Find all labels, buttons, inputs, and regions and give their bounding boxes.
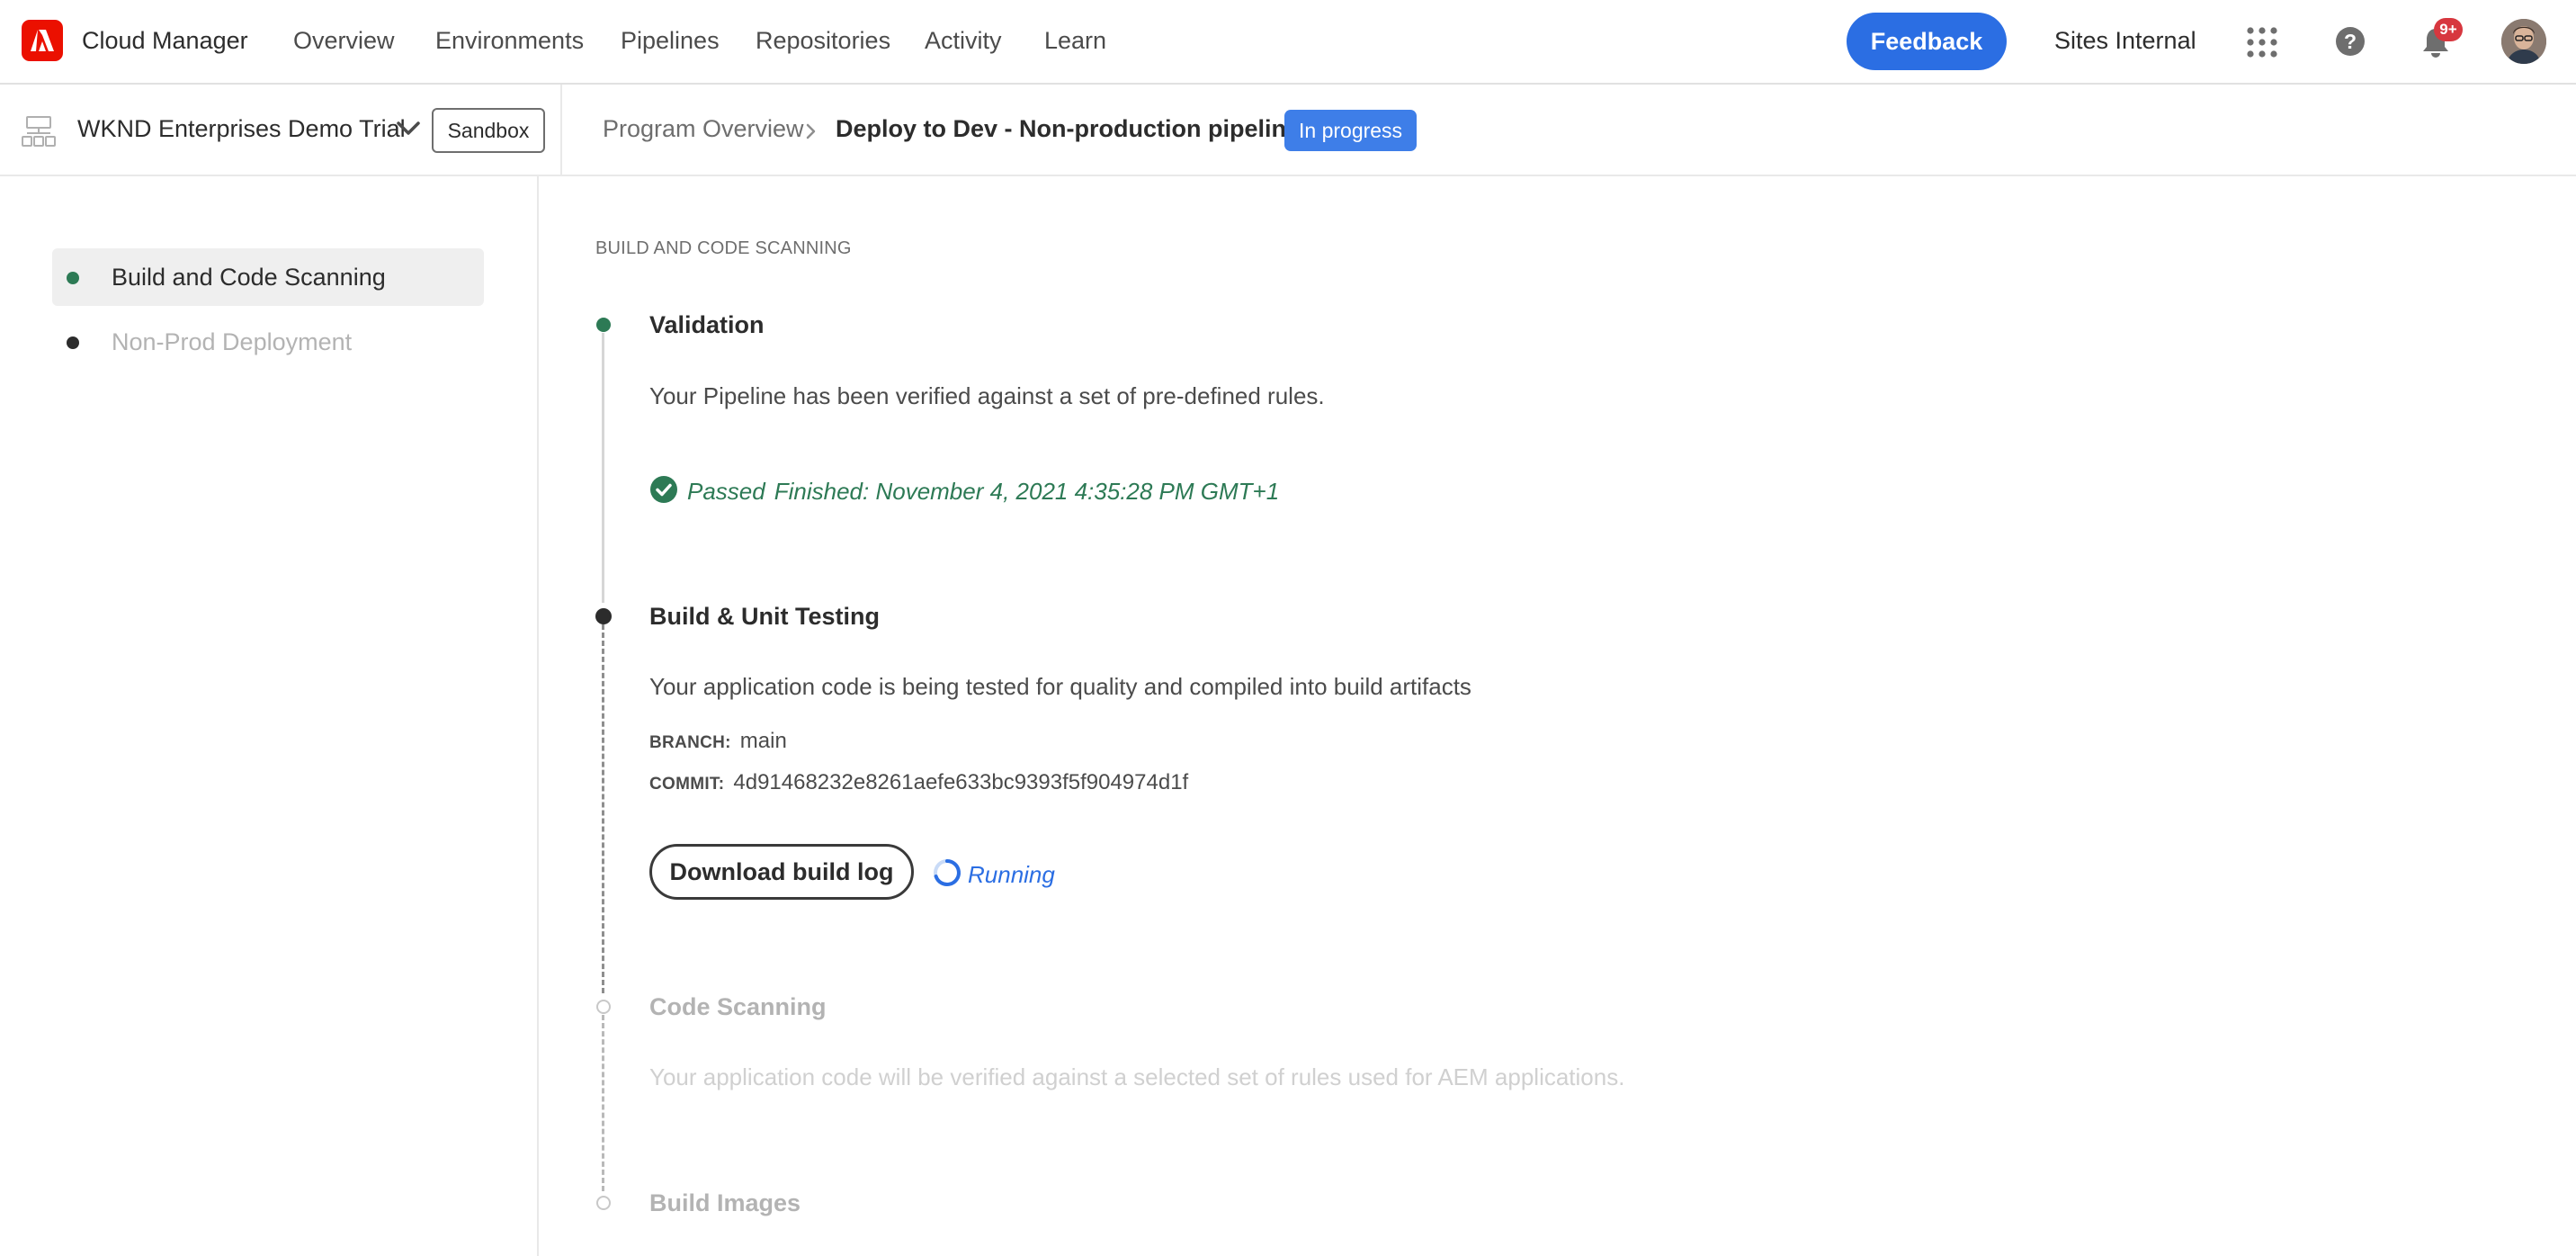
step-title-validation: Validation [649,311,765,338]
status-dot [67,336,79,349]
step-title-code-scanning: Code Scanning [649,993,827,1020]
spinner-icon [932,857,962,893]
step-title-build-unit-testing: Build & Unit Testing [649,603,880,630]
checkmark-circle-icon [649,475,678,508]
program-icon [22,115,56,152]
step-pending-dot [596,1196,611,1210]
adobe-logo-icon[interactable] [22,20,63,61]
nav-overview[interactable]: Overview [293,27,395,55]
feedback-button[interactable]: Feedback [1847,13,2007,70]
chevron-down-icon[interactable] [396,121,421,141]
step-description: Your application code will be verified a… [649,1063,1625,1090]
nav-learn[interactable]: Learn [1044,27,1106,55]
breadcrumb-current-pipeline: Deploy to Dev - Non-production pipeline [836,115,1300,142]
section-heading: BUILD AND CODE SCANNING [595,238,852,258]
step-active-dot [595,608,612,624]
step-description: Your Pipeline has been verified against … [649,382,1325,409]
apps-grid-icon[interactable] [2247,27,2277,62]
notification-count-badge: 9+ [2434,18,2463,41]
top-navigation-bar: Cloud Manager Overview Environments Pipe… [0,0,2576,85]
program-header: WKND Enterprises Demo Trial Sandbox Prog… [0,85,2576,176]
status-badge: In progress [1284,110,1418,151]
step-description: Your application code is being tested fo… [649,673,1471,700]
app-title[interactable]: Cloud Manager [82,27,248,55]
nav-activity[interactable]: Activity [925,27,1002,55]
branch-row: BRANCH: main [649,729,787,754]
timeline-connector [602,1015,604,1191]
sidebar-item-label: Non-Prod Deployment [112,328,353,355]
step-title-build-images: Build Images [649,1189,801,1216]
org-switcher[interactable]: Sites Internal [2054,27,2196,55]
commit-label: COMMIT: [649,775,725,794]
download-build-log-button[interactable]: Download build log [649,844,914,900]
commit-value: 4d91468232e8261aefe633bc9393f5f904974d1f [733,770,1189,794]
branch-label: BRANCH: [649,733,731,752]
nav-environments[interactable]: Environments [435,27,584,55]
breadcrumb-program-overview[interactable]: Program Overview [603,115,804,143]
commit-row: COMMIT: 4d91468232e8261aefe633bc9393f5f9… [649,770,1188,795]
step-status-passed: Passed [687,478,765,505]
program-name[interactable]: WKND Enterprises Demo Trial [77,115,406,143]
sidebar-item-build-and-code-scanning[interactable]: Build and Code Scanning [52,248,484,306]
program-type-tag: Sandbox [432,108,545,153]
step-running-status: Running [932,857,1055,893]
running-label: Running [968,861,1055,888]
header-divider [560,85,562,175]
nav-repositories[interactable]: Repositories [756,27,890,55]
sidebar-item-label: Build and Code Scanning [112,264,386,291]
step-pending-dot [596,1000,611,1014]
validation-result: Passed Finished: November 4, 2021 4:35:2… [649,475,1279,508]
timeline-connector [602,624,604,993]
chevron-right-icon [805,122,818,145]
sidebar-divider [537,176,539,1256]
help-icon[interactable]: ? [2335,26,2366,61]
svg-text:?: ? [2344,30,2357,53]
sidebar-item-non-prod-deployment[interactable]: Non-Prod Deployment [52,313,484,371]
avatar[interactable] [2501,19,2546,64]
status-dot [67,272,79,284]
step-finished-time: Finished: November 4, 2021 4:35:28 PM GM… [774,478,1280,505]
step-complete-dot [596,318,611,332]
nav-pipelines[interactable]: Pipelines [621,27,720,55]
timeline-connector [602,333,604,603]
branch-value: main [739,729,787,753]
